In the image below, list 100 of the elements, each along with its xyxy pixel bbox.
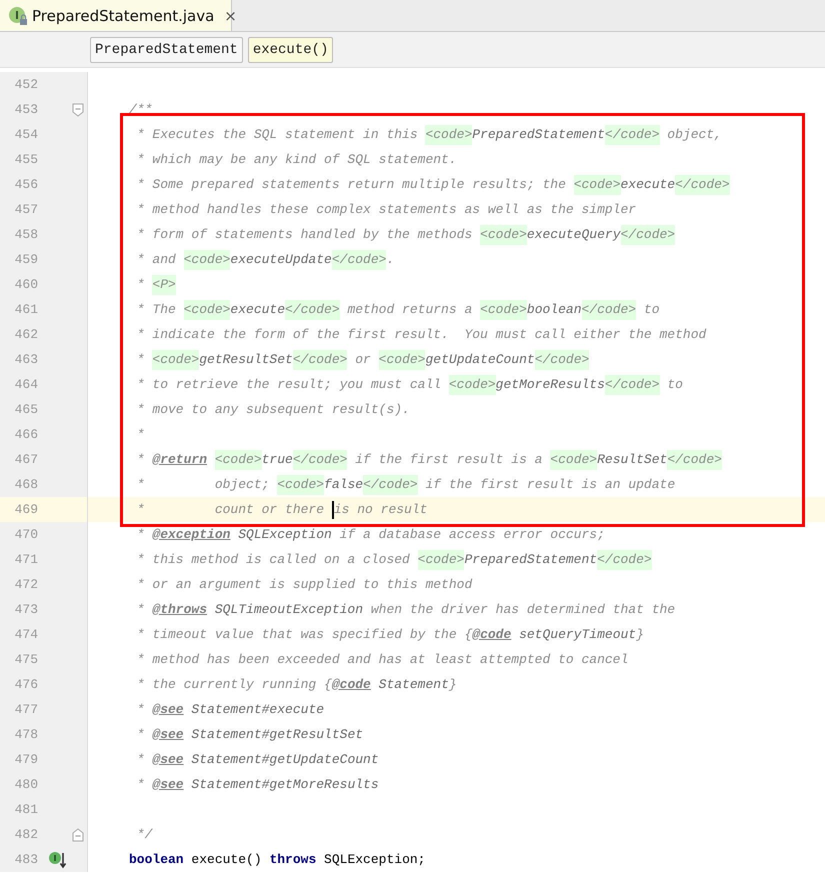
code-tag: </code> [604, 374, 660, 394]
code-tag: <code> [574, 174, 620, 194]
comment-text: if the first result is a [354, 450, 544, 468]
line-number: 466 [14, 427, 38, 442]
code-reference: Statement#getMoreResults [191, 776, 379, 794]
line-number: 479 [14, 752, 38, 767]
comment-text: * timeout value that was specified by the { [136, 626, 472, 644]
comment-text: * form of statements handled by the methods [136, 226, 474, 244]
keyword: throws [269, 850, 316, 868]
comment-text: * move to any subsequent result(s). [136, 400, 410, 418]
comment-text: * [136, 350, 146, 368]
code-tag: <code> [277, 474, 324, 494]
code-tag: </code> [675, 174, 730, 194]
comment-text: . [386, 250, 394, 268]
code-tag: <code> [480, 300, 527, 320]
breadcrumb[interactable]: PreparedStatement [90, 36, 243, 62]
line-number: 462 [14, 327, 38, 342]
doc-tag: @code [332, 674, 371, 694]
comment-text: * count or there [136, 500, 326, 518]
comment-text: to [642, 300, 660, 318]
doc-tag: @throws [152, 600, 208, 620]
line-number: 453 [14, 102, 38, 117]
code-reference: ResultSet [597, 450, 668, 468]
comment-text: } [636, 626, 644, 644]
code-tag: </code> [597, 550, 652, 570]
code-tag: </code> [604, 124, 660, 144]
comment-text: * [136, 726, 146, 744]
code-reference: getUpdateCount [425, 350, 535, 368]
comment-text: if the first result is an update [424, 476, 676, 494]
line-number: 457 [14, 202, 38, 217]
code-tag: <code> [152, 350, 200, 370]
code-reference: setQueryTimeout [519, 626, 636, 644]
code-reference: PreparedStatement [472, 126, 605, 144]
code-reference: Statement [378, 676, 449, 694]
doc-tag: @exception [152, 524, 230, 544]
line-number: 463 [14, 352, 38, 367]
code-tag: <code> [214, 450, 262, 470]
implements-icon[interactable] [48, 850, 68, 870]
code-reference: execute [620, 176, 676, 194]
line-number: 475 [14, 652, 38, 667]
comment-text: * to retrieve the result; you must call [136, 376, 442, 394]
code-reference: false [324, 476, 364, 494]
comment-text: * indicate the form of the first result. You must call either the method [136, 326, 706, 344]
line-number: 452 [14, 77, 38, 92]
comment-text: object, [666, 126, 722, 144]
line-number: 454 [14, 127, 38, 142]
code-tag: </code> [667, 450, 722, 470]
line-number: 483 [14, 852, 38, 867]
breadcrumb[interactable]: execute() [248, 36, 334, 62]
code-tag: </code> [582, 300, 636, 320]
comment-text: to [666, 376, 683, 394]
fold-icon[interactable] [72, 828, 84, 842]
line-number: 477 [14, 702, 38, 717]
code-reference: getMoreResults [496, 376, 605, 394]
comment-text: * method has been exceeded and has at least attempted to cancel [136, 650, 628, 668]
interface-file-icon [8, 6, 28, 26]
code-tag: <code> [378, 350, 426, 370]
comment-text: /** [129, 100, 152, 118]
line-number: 467 [14, 452, 38, 467]
code-reference: executeUpdate [230, 250, 332, 268]
tab-label: PreparedStatement.java [32, 6, 214, 24]
comment-text: * the currently running { [136, 676, 332, 694]
comment-text: * or an argument is supplied to this method [136, 576, 472, 594]
doc-tag: @return [152, 450, 208, 470]
line-number: 476 [14, 677, 38, 692]
comment-text: * Executes the SQL statement in this [136, 126, 419, 144]
comment-text: * object; [136, 476, 270, 494]
fold-icon[interactable] [72, 102, 84, 116]
code-reference: boolean [526, 300, 582, 318]
line-number: 473 [14, 602, 38, 617]
comment-text: * [136, 600, 146, 618]
line-number: 464 [14, 377, 38, 392]
line-number: 482 [14, 827, 38, 842]
comment-text: * [136, 526, 146, 544]
code-tag: </code> [332, 250, 386, 270]
line-number: 468 [14, 477, 38, 492]
comment-text: * method handles these complex statements as well as the simpler [136, 200, 636, 218]
code-reference: Statement#execute [191, 700, 324, 718]
code-reference: executeQuery [526, 226, 620, 244]
code-tag: <code> [184, 300, 230, 320]
code-tag: <code> [184, 250, 230, 270]
line-number: 461 [14, 302, 38, 317]
code-reference: SQLException [238, 526, 332, 544]
code-tag: <code> [480, 224, 527, 244]
code-reference: true [262, 450, 293, 468]
comment-text: * [136, 450, 146, 468]
comment-text: */ [136, 826, 152, 844]
code-tag: </code> [620, 224, 676, 244]
line-number: 481 [14, 802, 38, 817]
comment-text: * The [136, 300, 177, 318]
line-number: 456 [14, 177, 38, 192]
comment-text: if a database access error occurs; [338, 526, 605, 544]
code-tag: </code> [534, 350, 590, 370]
code-tag: <code> [550, 450, 598, 470]
line-number: 471 [14, 552, 38, 567]
line-number: 472 [14, 577, 38, 592]
code-tag: </code> [363, 474, 418, 494]
line-number: 455 [14, 152, 38, 167]
line-number: 474 [14, 627, 38, 642]
code-tag: <code> [418, 550, 464, 570]
